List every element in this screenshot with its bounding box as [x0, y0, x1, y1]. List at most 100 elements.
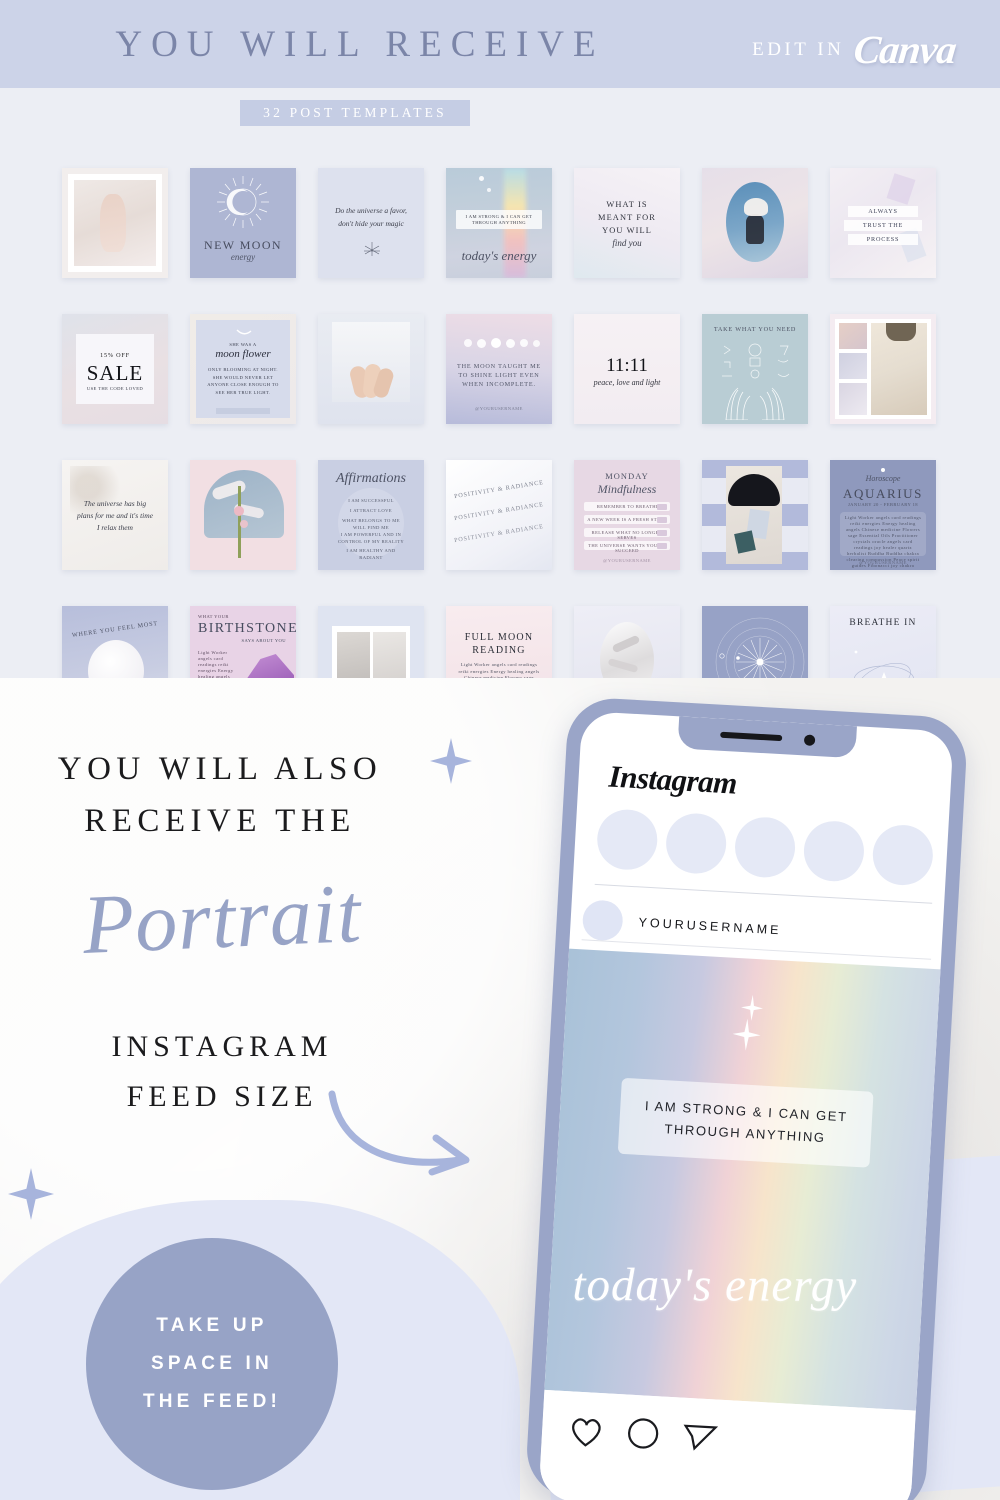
badge-line-1: TAKE UP — [156, 1315, 268, 1336]
template-card[interactable]: SHE WAS A moon flower ONLY BLOOMING AT N… — [190, 314, 296, 424]
card-quote: THE MOON TAUGHT ME — [457, 363, 541, 370]
top-section: YOU WILL RECEIVE EDIT IN Canva 32 POST T… — [0, 0, 1000, 716]
template-card[interactable]: Do the universe a favor, don't hide your… — [318, 168, 424, 278]
affirmation-box: I AM STRONG & I CAN GET THROUGH ANYTHING — [617, 1077, 874, 1168]
card-title-2: READING — [472, 645, 526, 656]
template-card[interactable]: 15% OFF SALE USE THE CODE LOVED — [62, 314, 168, 424]
card-code: USE THE CODE LOVED — [86, 386, 144, 391]
hands-icon — [725, 387, 785, 420]
template-grid: NEW MOON energy Do the universe a favor,… — [62, 168, 942, 716]
card-script: find you — [612, 238, 642, 248]
card-subtitle: energy — [230, 252, 256, 262]
take-up-space-badge: TAKE UP SPACE IN THE FEED! — [86, 1238, 338, 1490]
story-bubble[interactable] — [802, 819, 866, 883]
phone-mockup: Instagram YOURUSERNAME I AM STRONG & I C… — [475, 694, 990, 1500]
card-item-3: WHAT BELONGS TO ME WILL FIND ME — [342, 518, 400, 530]
card-affirmation: I AM STRONG & I CAN GET THROUGH ANYTHING — [465, 214, 533, 225]
story-bubble[interactable] — [595, 808, 659, 872]
card-title: SALE — [86, 361, 144, 385]
curved-arrow-icon — [328, 1090, 470, 1176]
moon-burst-icon — [217, 176, 269, 229]
bottom-section: YOU WILL ALSO RECEIVE THE Portrait INSTA… — [0, 678, 1000, 1500]
card-script: Mindfulness — [597, 482, 657, 496]
sparkle-icon — [364, 242, 380, 256]
template-card[interactable]: POSITIVITY & RADIANCE POSITIVITY & RADIA… — [446, 460, 552, 570]
template-card[interactable]: Affirmations I AM SUCCESSFUL I ATTRACT L… — [318, 460, 424, 570]
comment-icon[interactable] — [625, 1417, 661, 1453]
template-card[interactable] — [702, 168, 808, 278]
template-card[interactable]: Horoscope AQUARIUS JANUARY 20 - FEBRUARY… — [830, 460, 936, 570]
checklist-item[interactable]: RELEASE WHAT NO LONGER SERVES — [584, 528, 670, 540]
poster-page: YOU WILL RECEIVE EDIT IN Canva 32 POST T… — [0, 0, 1000, 1500]
card-title: FULL MOON — [464, 632, 534, 643]
card-title: WHERE YOU FEEL MOST — [71, 620, 159, 640]
share-icon[interactable] — [681, 1420, 719, 1456]
card-title: TAKE WHAT YOU NEED — [713, 326, 797, 333]
card-eyebrow: Horoscope — [865, 474, 901, 483]
card-title: NEW MOON — [204, 238, 282, 252]
bottom-heading-line-2: RECEIVE THE — [84, 803, 356, 839]
card-script: today's energy — [461, 248, 537, 263]
phone-camera — [803, 733, 815, 746]
card-item-2: I ATTRACT LOVE — [349, 508, 392, 513]
badge-line-3: THE FEED! — [142, 1391, 282, 1412]
card-line-2: MEANT FOR — [598, 213, 656, 222]
checklist-item[interactable]: A NEW WEEK IS A FRESH START — [584, 515, 670, 524]
stories-tray[interactable] — [595, 808, 935, 887]
card-time: 11:11 — [606, 355, 648, 376]
template-card[interactable] — [62, 168, 168, 278]
portrait-script-word: Portrait — [80, 866, 364, 973]
card-title: BIRTHSTONE — [198, 621, 296, 636]
card-item-5: I AM HEALTHY AND RADIANT — [346, 548, 396, 560]
template-card[interactable]: THE MOON TAUGHT ME TO SHINE LIGHT EVEN W… — [446, 314, 552, 424]
card-handle: @YOURUSERNAME — [603, 558, 651, 563]
post-script-text: today's energy — [572, 1258, 858, 1312]
template-card[interactable]: I AM STRONG & I CAN GET THROUGH ANYTHING… — [446, 168, 552, 278]
crescent-icon — [236, 329, 252, 335]
badge-line-2: SPACE IN — [151, 1353, 273, 1374]
template-card[interactable]: MONDAY Mindfulness REMEMBER TO BREATHE A… — [574, 460, 680, 570]
card-arc-2: POSITIVITY & RADIANCE — [453, 500, 545, 523]
post-image: I AM STRONG & I CAN GET THROUGH ANYTHING… — [544, 948, 941, 1411]
template-card[interactable] — [318, 314, 424, 424]
card-item-1: I AM SUCCESSFUL — [348, 498, 394, 503]
template-card[interactable] — [830, 314, 936, 424]
bottom-sub-line-1: INSTAGRAM — [111, 1030, 333, 1063]
instagram-logo: Instagram — [607, 758, 738, 801]
template-card[interactable] — [190, 460, 296, 570]
checklist-item[interactable]: REMEMBER TO BREATHE — [584, 502, 670, 511]
template-card[interactable]: ALWAYS TRUST THE PROCESS — [830, 168, 936, 278]
card-line-1: WHAT IS — [606, 200, 648, 209]
card-title: BREATHE IN — [849, 618, 917, 628]
post-username[interactable]: YOURUSERNAME — [638, 915, 782, 937]
canva-edit-label: EDIT IN — [752, 38, 845, 60]
card-line-3: PROCESS — [866, 235, 900, 243]
template-card[interactable]: NEW MOON energy — [190, 168, 296, 278]
story-bubble[interactable] — [733, 815, 797, 879]
bottom-heading-line-1: YOU WILL ALSO — [57, 751, 383, 787]
card-handle: @YOURUSERNAME — [475, 406, 523, 411]
phone-screen: Instagram YOURUSERNAME I AM STRONG & I C… — [538, 710, 954, 1500]
template-card[interactable]: WHAT IS MEANT FOR YOU WILL find you — [574, 168, 680, 278]
card-handle: @YOURUSERNAME — [859, 560, 907, 565]
card-quote: Do the universe a favor, don't hide your… — [335, 206, 407, 228]
template-card[interactable] — [702, 460, 808, 570]
canva-logo: Canva — [851, 27, 959, 72]
story-bubble[interactable] — [664, 811, 728, 876]
card-line-1: ALWAYS — [868, 207, 898, 215]
card-title: AQUARIUS — [843, 486, 923, 501]
template-card[interactable]: TAKE WHAT YOU NEED — [702, 314, 808, 424]
page-title: YOU WILL RECEIVE — [115, 24, 605, 65]
avatar[interactable] — [581, 899, 624, 942]
checklist-item[interactable]: THE UNIVERSE WANTS YOU TO SUCCEED — [584, 541, 670, 553]
story-bubble[interactable] — [871, 823, 935, 887]
heart-icon[interactable] — [567, 1413, 605, 1449]
templates-count-badge: 32 POST TEMPLATES — [240, 100, 470, 126]
template-card[interactable]: The universe has big plans for me and it… — [62, 460, 168, 570]
card-sub: SAYS ABOUT YOU — [241, 638, 286, 643]
card-line-3: YOU WILL — [602, 226, 652, 235]
card-quote-2: TO SHINE LIGHT EVEN — [458, 372, 540, 379]
template-card[interactable]: 11:11 peace, love and light — [574, 314, 680, 424]
card-dates: JANUARY 20 - FEBRUARY 18 — [847, 502, 918, 507]
card-arc-1: POSITIVITY & RADIANCE — [453, 478, 545, 501]
